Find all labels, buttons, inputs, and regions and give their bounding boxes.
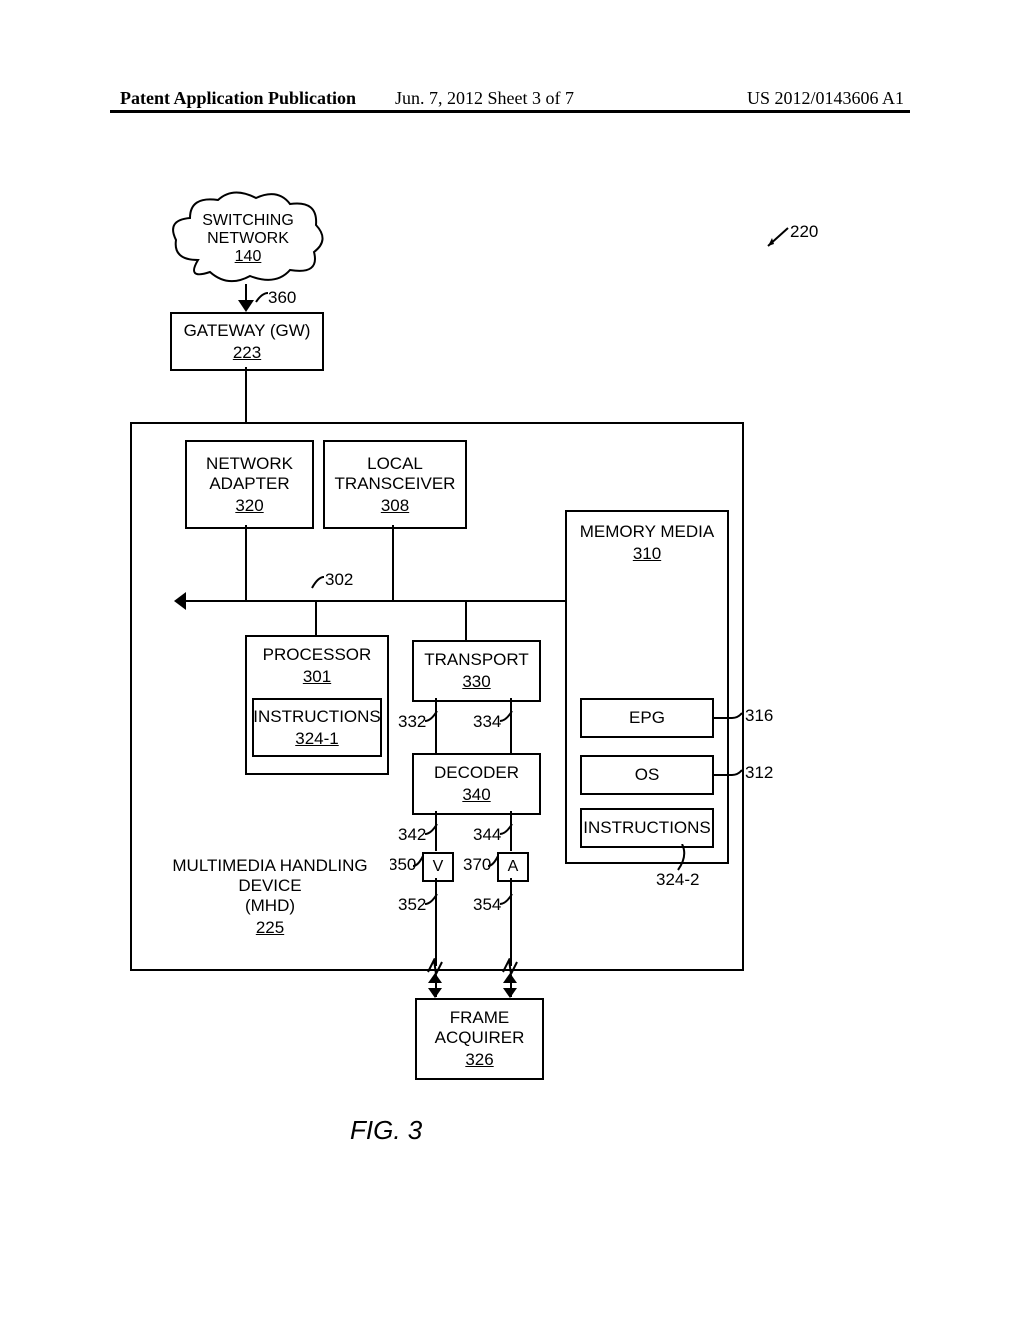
frame-acquirer-ref: 326 bbox=[465, 1050, 493, 1070]
switching-network-ref: 140 bbox=[168, 248, 328, 266]
instructions2-box: INSTRUCTIONS bbox=[580, 808, 714, 848]
conn-gw-na bbox=[245, 367, 247, 422]
instructions1-ref: 324-1 bbox=[295, 729, 338, 749]
gateway-ref: 223 bbox=[233, 343, 261, 363]
gateway-box: GATEWAY (GW) 223 bbox=[170, 312, 324, 371]
frame-acquirer-box: FRAME ACQUIRER 326 bbox=[415, 998, 544, 1080]
instructions1-title: INSTRUCTIONS bbox=[249, 707, 385, 727]
instructions1-box: INSTRUCTIONS 324-1 bbox=[252, 698, 382, 757]
processor-ref: 301 bbox=[303, 667, 331, 687]
figure-label: FIG. 3 bbox=[350, 1115, 422, 1146]
bus-line bbox=[180, 600, 630, 602]
os-box: OS bbox=[580, 755, 714, 795]
processor-title: PROCESSOR bbox=[259, 645, 376, 665]
network-adapter-box: NETWORK ADAPTER 320 bbox=[185, 440, 314, 529]
label-344: 344 bbox=[473, 825, 501, 845]
epg-title: EPG bbox=[625, 708, 669, 728]
instructions2-ref: 324-2 bbox=[656, 870, 699, 890]
os-ref: 312 bbox=[745, 763, 773, 783]
transport-box: TRANSPORT 330 bbox=[412, 640, 541, 702]
frame-acquirer-title: FRAME ACQUIRER bbox=[431, 1008, 529, 1048]
instructions2-title: INSTRUCTIONS bbox=[579, 818, 715, 838]
local-transceiver-ref: 308 bbox=[381, 496, 409, 516]
v-box: V bbox=[422, 852, 454, 882]
mhd-label-box: MULTIMEDIA HANDLING DEVICE (MHD) 225 bbox=[150, 852, 390, 942]
header-mid: Jun. 7, 2012 Sheet 3 of 7 bbox=[395, 88, 574, 109]
leader-302 bbox=[308, 574, 326, 590]
header-left: Patent Application Publication bbox=[120, 88, 356, 108]
network-adapter-title: NETWORK ADAPTER bbox=[202, 454, 297, 494]
label-334: 334 bbox=[473, 712, 501, 732]
gateway-title: GATEWAY (GW) bbox=[180, 321, 315, 341]
mhd-title1: MULTIMEDIA HANDLING DEVICE bbox=[150, 856, 390, 896]
switching-network-cloud: SWITCHING NETWORK 140 bbox=[168, 190, 328, 285]
conn-proc-bus bbox=[315, 600, 317, 635]
decoder-box: DECODER 340 bbox=[412, 753, 541, 815]
label-352: 352 bbox=[398, 895, 426, 915]
header-rule bbox=[110, 110, 910, 113]
bus-ref: 302 bbox=[325, 570, 353, 590]
v-label: V bbox=[433, 858, 444, 876]
figure-ref: 220 bbox=[790, 222, 818, 242]
label-354: 354 bbox=[473, 895, 501, 915]
switching-network-title: SWITCHING NETWORK bbox=[168, 212, 328, 248]
conn-332b bbox=[435, 720, 437, 753]
a-box: A bbox=[497, 852, 529, 882]
leader-360 bbox=[252, 290, 270, 304]
a-label: A bbox=[508, 858, 519, 876]
decoder-title: DECODER bbox=[430, 763, 523, 783]
mhd-ref: 225 bbox=[256, 918, 284, 938]
conn-na-bus bbox=[245, 525, 247, 600]
figure-ref-leader bbox=[760, 222, 790, 250]
os-title: OS bbox=[631, 765, 664, 785]
transport-title: TRANSPORT bbox=[420, 650, 533, 670]
conn-lt-bus bbox=[392, 525, 394, 600]
epg-box: EPG bbox=[580, 698, 714, 738]
epg-ref: 316 bbox=[745, 706, 773, 726]
memory-media-ref: 310 bbox=[633, 544, 661, 564]
memory-media-title: MEMORY MEDIA bbox=[576, 522, 718, 542]
local-transceiver-title: LOCAL TRANSCEIVER bbox=[331, 454, 460, 494]
label-342: 342 bbox=[398, 825, 426, 845]
conn-trans-bus bbox=[465, 600, 467, 640]
header-right: US 2012/0143606 A1 bbox=[747, 88, 904, 109]
conn-334b bbox=[510, 720, 512, 753]
label-360: 360 bbox=[268, 288, 296, 308]
transport-ref: 330 bbox=[462, 672, 490, 692]
local-transceiver-box: LOCAL TRANSCEIVER 308 bbox=[323, 440, 467, 529]
decoder-ref: 340 bbox=[462, 785, 490, 805]
network-adapter-ref: 320 bbox=[235, 496, 263, 516]
label-332: 332 bbox=[398, 712, 426, 732]
mhd-title2: (MHD) bbox=[241, 896, 299, 916]
